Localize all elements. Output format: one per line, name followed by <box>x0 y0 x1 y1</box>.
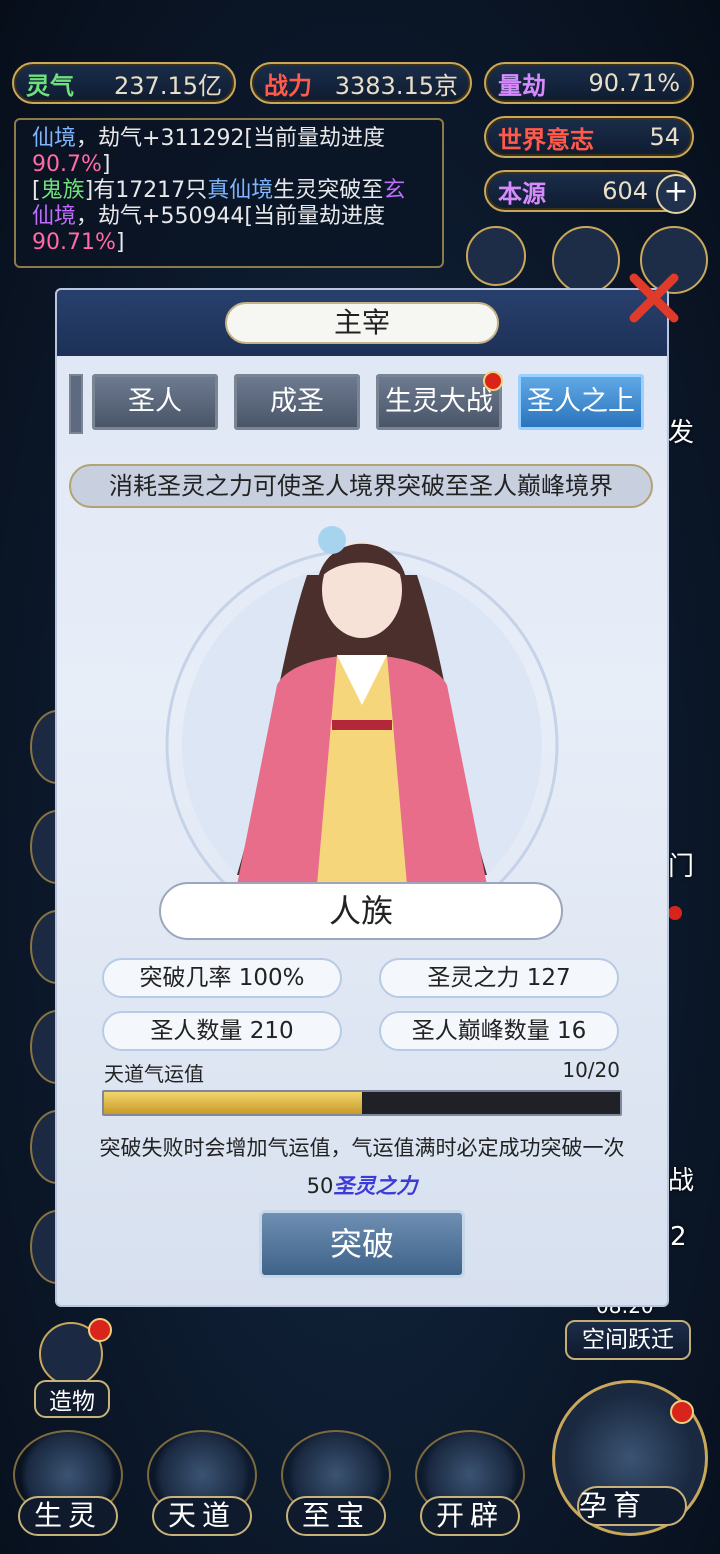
nav-yunyu[interactable]: 孕育 <box>552 1380 712 1550</box>
zaowu-button[interactable]: 造物 <box>30 1318 112 1418</box>
tab-scroll-edge <box>69 374 83 434</box>
tab-being-war[interactable]: 生灵大战 <box>376 371 503 430</box>
zhanli-label: 战力 <box>264 70 312 100</box>
benyuan-label: 本源 <box>498 178 546 208</box>
character-portrait <box>165 526 559 885</box>
peak-count-stat: 圣人巅峰数量 16 <box>379 1011 619 1051</box>
tab-saint[interactable]: 圣人 <box>92 374 218 430</box>
side-label-men[interactable]: 门 <box>668 846 694 883</box>
log-line-2: 90.7%] <box>32 152 111 177</box>
fortune-progress-fill <box>104 1092 362 1114</box>
fortune-value: 10/20 <box>562 1058 620 1082</box>
nav-zhibao[interactable]: 至宝 <box>276 1430 396 1554</box>
holy-power-stat: 圣灵之力 127 <box>379 958 619 998</box>
yunyu-red-dot <box>670 1400 694 1424</box>
menu-icon[interactable] <box>466 226 526 286</box>
tab-being-war-dot <box>483 371 503 391</box>
nav-shengling[interactable]: 生灵 <box>8 1430 128 1554</box>
lingqi-stat[interactable]: 灵气 237.15亿 <box>12 62 236 104</box>
fortune-progress-bar <box>102 1090 622 1116</box>
world-will-label: 世界意志 <box>498 124 594 154</box>
liangjie-value: 90.71% <box>588 69 680 97</box>
zhanli-value: 3383.15京 <box>334 71 458 100</box>
tab-being-war-label: 生灵大战 <box>385 386 493 417</box>
nav-label-tiandao: 天道 <box>152 1496 252 1536</box>
nav-label-zhibao: 至宝 <box>286 1496 386 1536</box>
tab-beyond-saint[interactable]: 圣人之上 <box>518 374 644 430</box>
lingqi-value: 237.15亿 <box>114 71 222 100</box>
cost-name: 圣灵之力 <box>333 1174 418 1198</box>
success-rate-stat: 突破几率 100% <box>102 958 342 998</box>
nav-kaipi[interactable]: 开辟 <box>410 1430 530 1554</box>
race-selector[interactable]: 人族 <box>159 882 563 940</box>
log-line-1: 仙境，劫气+311292[当前量劫进度 <box>32 126 386 151</box>
side-label-zhan[interactable]: 战 <box>668 1160 694 1197</box>
benyuan-stat[interactable]: 本源 604 + <box>484 170 696 214</box>
benyuan-value: 604 <box>602 177 648 205</box>
left-side-icons <box>0 700 84 1300</box>
saint-count-stat: 圣人数量 210 <box>102 1011 342 1051</box>
wheel-icon[interactable] <box>552 226 620 294</box>
fortune-label: 天道气运值 <box>104 1062 204 1086</box>
dominator-dialog: 主宰 圣人 成圣 生灵大战 圣人之上 消耗圣灵之力可使圣人境界突破至圣人巅峰境界… <box>55 288 669 1307</box>
tab-become-saint[interactable]: 成圣 <box>234 374 360 430</box>
fortune-hint: 突破失败时会增加气运值，气运值满时必定成功突破一次 <box>99 1136 625 1160</box>
side-red-dot-1 <box>668 906 682 920</box>
dialog-title: 主宰 <box>225 302 499 344</box>
add-benyuan-button[interactable]: + <box>656 174 696 214</box>
log-line-5: 90.71%] <box>32 230 125 255</box>
log-line-3: [鬼族]有17217只真仙境生灵突破至玄 <box>32 178 406 203</box>
zaowu-red-dot <box>88 1318 112 1342</box>
event-log[interactable]: 仙境，劫气+311292[当前量劫进度 90.7%] [鬼族]有17217只真仙… <box>14 118 444 268</box>
world-will-stat[interactable]: 世界意志 54 <box>484 116 694 158</box>
nav-tiandao[interactable]: 天道 <box>142 1430 262 1554</box>
zhanli-stat[interactable]: 战力 3383.15京 <box>250 62 472 104</box>
side-label-num: 2 <box>670 1222 687 1252</box>
log-line-4: 仙境，劫气+550944[当前量劫进度 <box>32 204 386 229</box>
dialog-description: 消耗圣灵之力可使圣人境界突破至圣人巅峰境界 <box>69 464 653 508</box>
world-will-value: 54 <box>649 123 680 151</box>
side-label-fa[interactable]: 发 <box>668 412 694 449</box>
space-jump-button[interactable]: 空间跃迁 <box>565 1320 691 1360</box>
nav-label-shengling: 生灵 <box>18 1496 118 1536</box>
liangjie-stat[interactable]: 量劫 90.71% <box>484 62 694 104</box>
nav-label-yunyu: 孕育 <box>577 1486 687 1526</box>
lingqi-label: 灵气 <box>26 70 74 100</box>
nav-label-kaipi: 开辟 <box>420 1496 520 1536</box>
breakthrough-button[interactable]: 突破 <box>259 1210 465 1278</box>
zaowu-label: 造物 <box>34 1380 110 1418</box>
cost-amount: 50 <box>306 1174 334 1198</box>
close-icon[interactable] <box>624 268 684 328</box>
liangjie-label: 量劫 <box>498 70 546 100</box>
cost-line: 50圣灵之力 <box>57 1170 667 1200</box>
